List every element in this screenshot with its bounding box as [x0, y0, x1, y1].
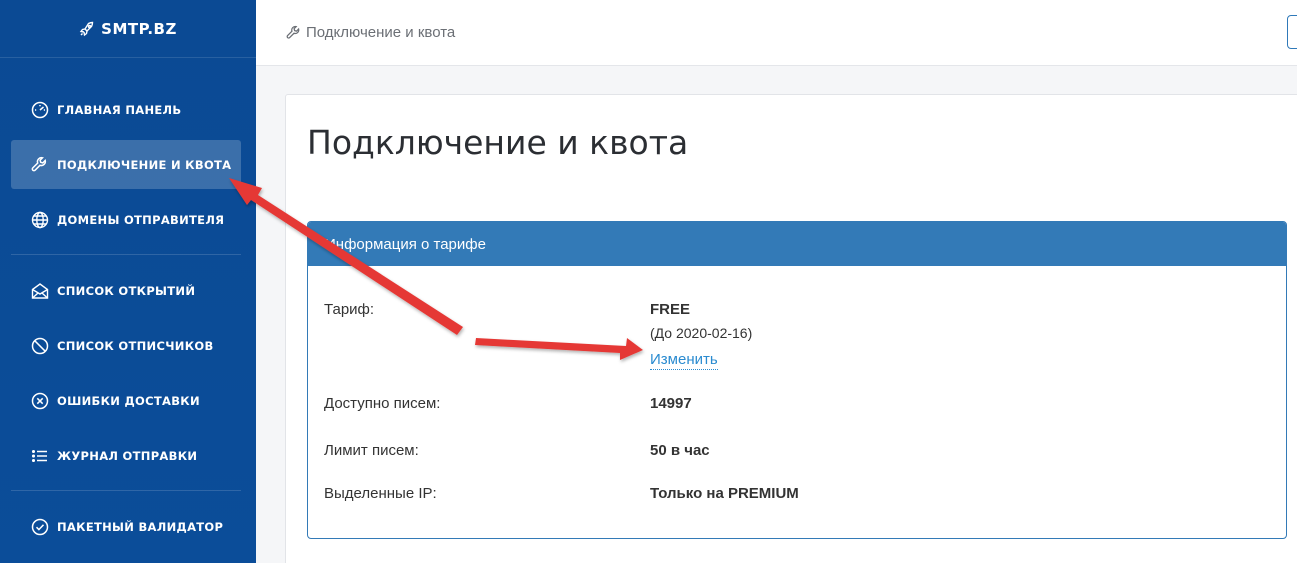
logo-text: SMTP.BZ [101, 19, 177, 38]
sidebar-divider [11, 254, 241, 255]
tariff-info-panel: Информация о тарифе Тариф: FREE (До 2020… [307, 221, 1287, 539]
change-tariff-link[interactable]: Изменить [650, 351, 718, 370]
ban-icon [31, 337, 49, 354]
dashboard-icon [31, 101, 49, 118]
sidebar-item-delivery-errors[interactable]: Ошибки доставки [11, 376, 241, 425]
logo[interactable]: SMTP.BZ [0, 0, 256, 58]
limit-value: 50 в час [650, 442, 710, 459]
breadcrumb: Подключение и квота [306, 24, 456, 41]
sidebar-item-dashboard[interactable]: Главная панель [11, 85, 241, 134]
sidebar-item-open-list[interactable]: Список открытий [11, 266, 241, 315]
tariff-until: (До 2020-02-16) [650, 325, 753, 341]
sidebar-item-batch-validator[interactable]: Пакетный валидатор [11, 502, 241, 551]
wrench-icon [286, 25, 300, 39]
limit-label: Лимит писем: [324, 442, 419, 459]
wrench-icon [31, 156, 47, 171]
sidebar: SMTP.BZ Главная панель Подключение и кво… [0, 0, 256, 563]
content-card: Подключение и квота Информация о тарифе … [285, 94, 1297, 563]
sidebar-item-send-log[interactable]: Журнал отправки [11, 431, 241, 480]
x-circle-icon [31, 392, 49, 409]
sidebar-item-unsubscribers[interactable]: Список отписчиков [11, 321, 241, 370]
sidebar-divider [11, 490, 241, 491]
sidebar-item-connection-quota[interactable]: Подключение и квота [11, 140, 241, 189]
dedicated-ip-value: Только на PREMIUM [650, 485, 799, 502]
envelope-open-icon [31, 282, 49, 299]
available-label: Доступно писем: [324, 395, 441, 412]
top-bar: Подключение и квота [256, 0, 1297, 66]
sidebar-item-label: Главная панель [57, 102, 182, 117]
check-circle-icon [31, 518, 49, 535]
globe-icon [31, 211, 49, 228]
sidebar-item-label: Пакетный валидатор [57, 519, 224, 534]
rocket-icon [79, 21, 94, 36]
top-right-button[interactable] [1287, 15, 1297, 49]
sidebar-item-label: Список открытий [57, 283, 196, 298]
page-title: Подключение и квота [307, 123, 689, 162]
sidebar-item-label: Подключение и квота [57, 157, 232, 172]
sidebar-item-label: Журнал отправки [57, 448, 198, 463]
available-value: 14997 [650, 395, 692, 412]
sidebar-item-sender-domains[interactable]: Домены отправителя [11, 195, 241, 244]
list-icon [31, 449, 47, 462]
tariff-value: FREE [650, 301, 691, 318]
sidebar-item-label: Домены отправителя [57, 212, 225, 227]
sidebar-item-label: Ошибки доставки [57, 393, 200, 408]
sidebar-item-label: Список отписчиков [57, 338, 214, 353]
dedicated-ip-label: Выделенные IP: [324, 485, 437, 502]
tariff-label: Тариф: [324, 301, 375, 318]
panel-heading: Информация о тарифе [308, 222, 1286, 266]
